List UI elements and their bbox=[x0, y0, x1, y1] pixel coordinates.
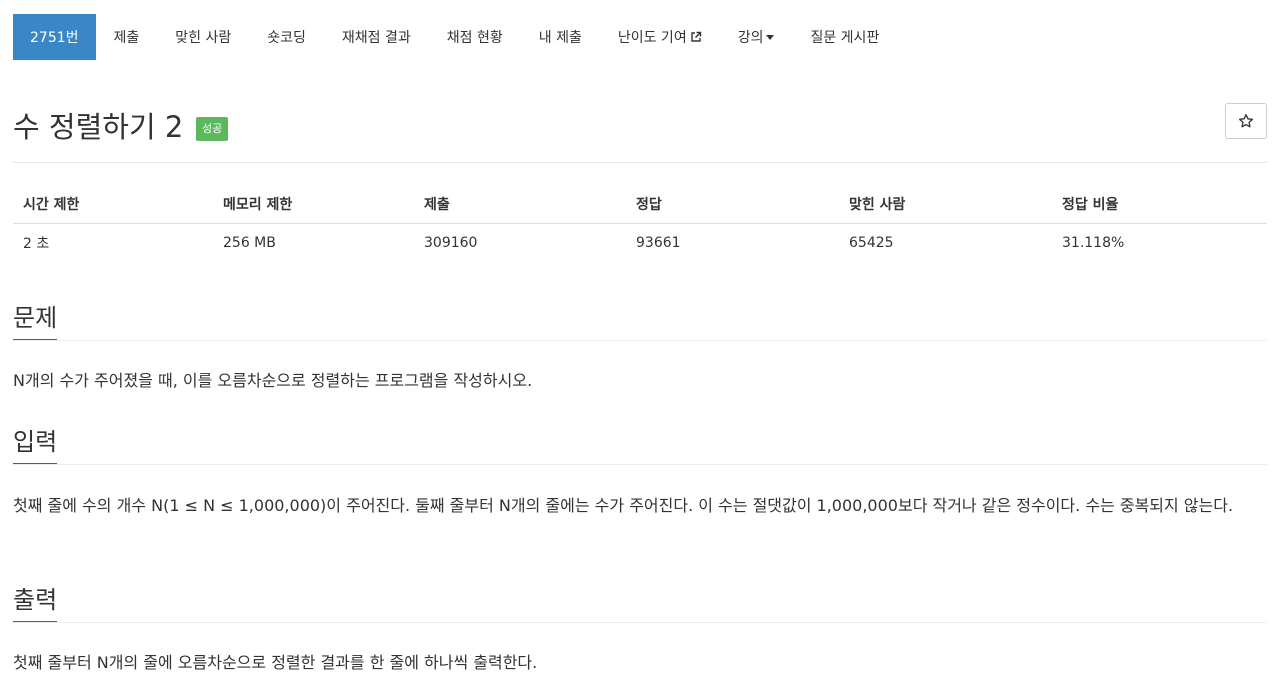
table-header-row: 시간 제한 메모리 제한 제출 정답 맞힌 사람 정답 비율 bbox=[13, 185, 1267, 224]
favorite-button[interactable] bbox=[1225, 103, 1267, 139]
star-icon bbox=[1239, 114, 1253, 128]
tab-rejudge-results[interactable]: 재채점 결과 bbox=[324, 14, 429, 60]
output-header: 출력 bbox=[13, 580, 1267, 623]
status-badge: 성공 bbox=[196, 117, 229, 141]
submissions-value: 309160 bbox=[424, 235, 478, 251]
description-header: 문제 bbox=[13, 298, 1267, 341]
input-header: 입력 bbox=[13, 422, 1267, 465]
header-accepted: 정답 bbox=[626, 185, 839, 224]
input-title: 입력 bbox=[13, 422, 58, 465]
description-title: 문제 bbox=[13, 298, 58, 341]
accept-rate-value: 31.118% bbox=[1062, 235, 1125, 251]
section-divider bbox=[13, 464, 1267, 465]
page-title: 수 정렬하기 2 bbox=[13, 110, 184, 144]
header-accept-rate: 정답 비율 bbox=[1052, 185, 1267, 224]
table-row: 2 초 256 MB 309160 93661 65425 31.118% bbox=[13, 224, 1267, 263]
output-title: 출력 bbox=[13, 580, 58, 623]
header-submissions: 제출 bbox=[414, 185, 626, 224]
accepted-value: 93661 bbox=[636, 235, 681, 251]
problem-page: 2751번 제출 맞힌 사람 숏코딩 재채점 결과 채점 현황 내 제출 난이도… bbox=[0, 0, 1280, 683]
tab-submit[interactable]: 제출 bbox=[96, 14, 158, 60]
tab-solved-users[interactable]: 맞힌 사람 bbox=[157, 14, 249, 60]
external-link-icon bbox=[691, 31, 701, 42]
header-solved-users: 맞힌 사람 bbox=[839, 185, 1052, 224]
difficulty-label: 난이도 기여 bbox=[617, 30, 687, 46]
tab-my-submissions[interactable]: 내 제출 bbox=[521, 14, 600, 60]
problem-header: 수 정렬하기 2 성공 bbox=[13, 100, 1267, 146]
time-limit-value: 2 초 bbox=[23, 236, 50, 252]
output-text: 첫째 줄부터 N개의 줄에 오름차순으로 정렬한 결과를 한 줄에 하나씩 출력… bbox=[13, 653, 538, 672]
section-divider bbox=[13, 340, 1267, 341]
problem-info-table: 시간 제한 메모리 제한 제출 정답 맞힌 사람 정답 비율 2 초 256 M… bbox=[13, 185, 1267, 262]
header-memory-limit: 메모리 제한 bbox=[213, 185, 414, 224]
memory-limit-value: 256 MB bbox=[223, 235, 276, 251]
description-text: N개의 수가 주어졌을 때, 이를 오름차순으로 정렬하는 프로그램을 작성하시… bbox=[13, 371, 533, 390]
tab-short-coding[interactable]: 숏코딩 bbox=[249, 14, 324, 60]
lecture-label: 강의 bbox=[737, 30, 764, 46]
problem-menu: 2751번 제출 맞힌 사람 숏코딩 재채점 결과 채점 현황 내 제출 난이도… bbox=[13, 14, 1267, 60]
tab-problem-number[interactable]: 2751번 bbox=[13, 14, 96, 60]
tab-question-board[interactable]: 질문 게시판 bbox=[792, 14, 897, 60]
input-text: 첫째 줄에 수의 개수 N(1 ≤ N ≤ 1,000,000)이 주어진다. … bbox=[13, 496, 1234, 515]
tab-lecture-dropdown[interactable]: 강의 bbox=[720, 14, 793, 60]
caret-down-icon bbox=[766, 34, 775, 40]
header-time-limit: 시간 제한 bbox=[13, 185, 213, 224]
tab-difficulty-contribution[interactable]: 난이도 기여 bbox=[600, 14, 720, 60]
tab-judge-status[interactable]: 채점 현황 bbox=[429, 14, 521, 60]
solved-users-value: 65425 bbox=[849, 235, 894, 251]
title-divider bbox=[13, 162, 1267, 163]
section-divider bbox=[13, 622, 1267, 623]
